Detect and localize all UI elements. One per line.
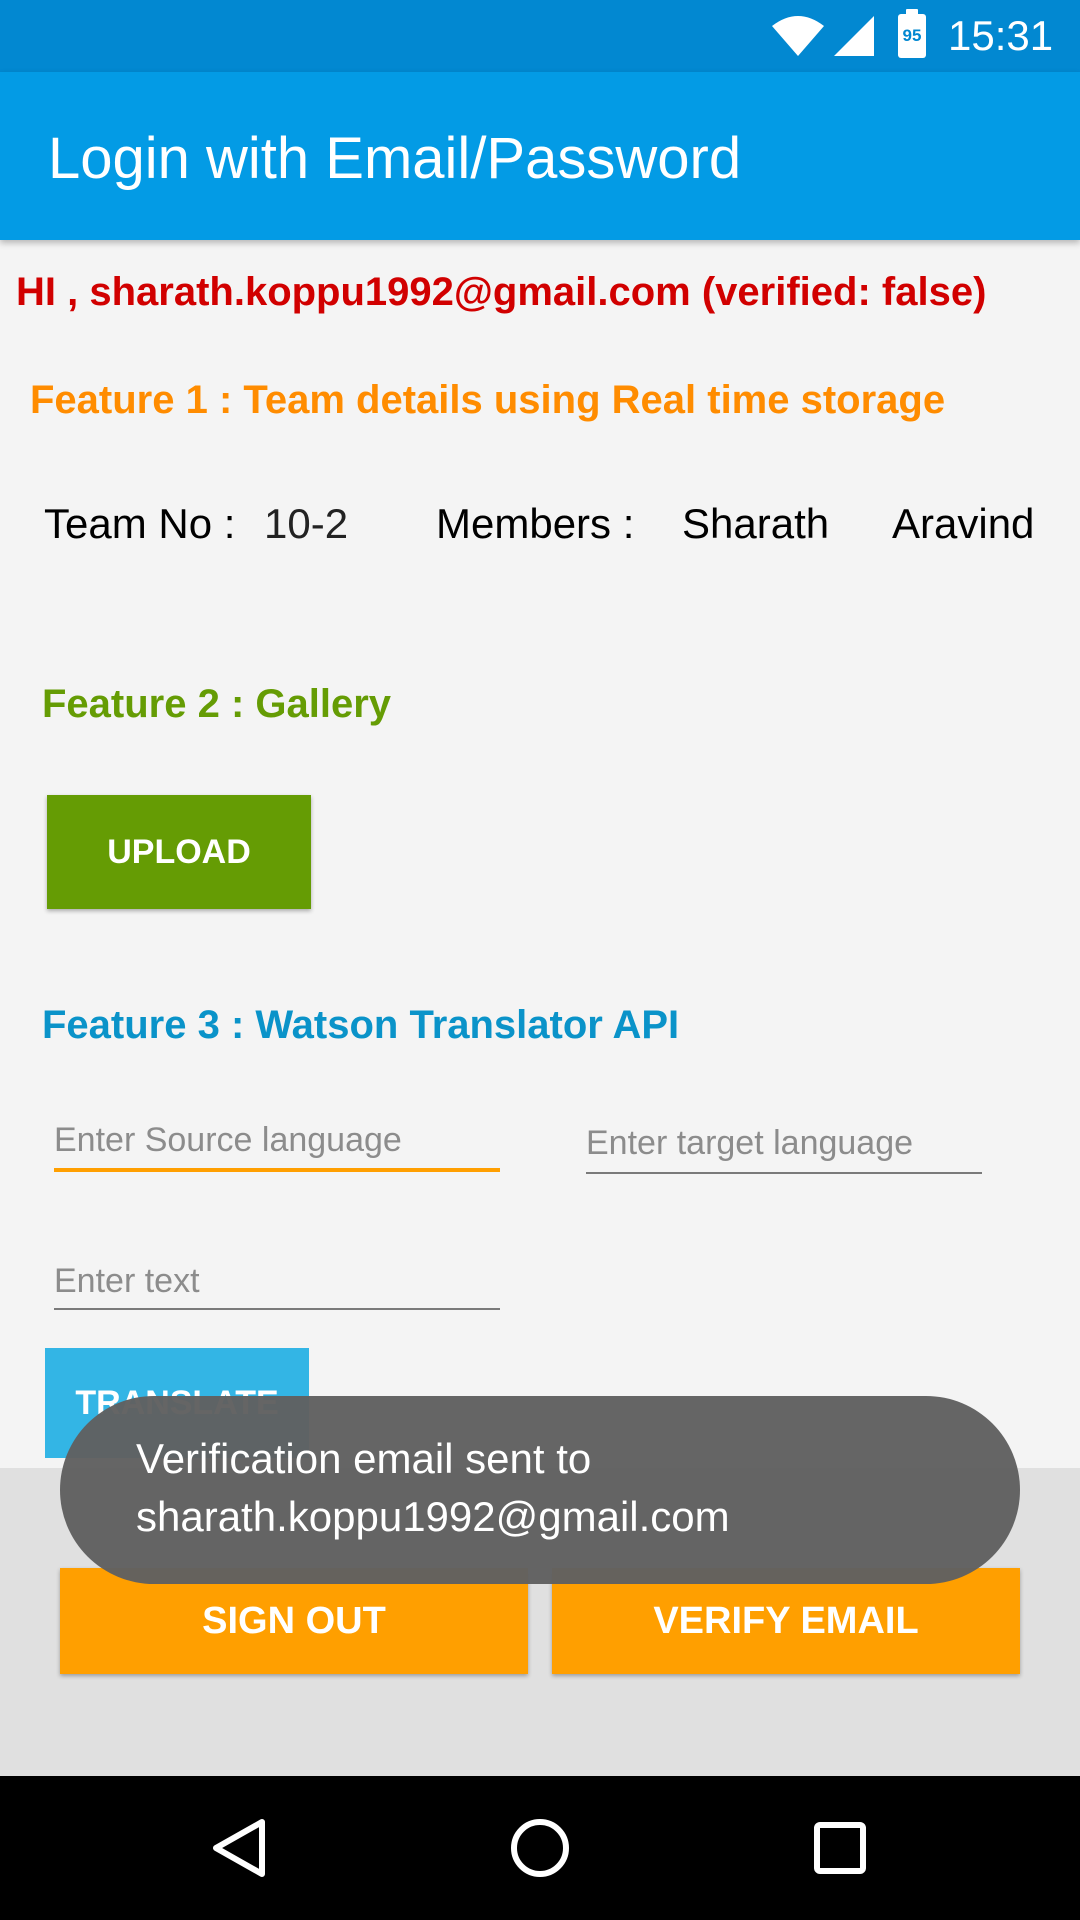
back-icon[interactable]	[200, 1808, 280, 1888]
toast-line: Verification email sent to	[136, 1435, 592, 1482]
source-language-input[interactable]	[54, 1112, 500, 1168]
team-no-value: 10-2	[264, 500, 349, 547]
text-field[interactable]	[54, 1254, 500, 1310]
toast-message: Verification email sent to sharath.koppu…	[60, 1396, 1020, 1584]
team-details: Team No : 10-2 Members : Sharath Aravind	[0, 500, 1080, 550]
user-greeting: HI , sharath.koppu1992@gmail.com (verifi…	[16, 270, 987, 314]
team-no-label: Team No :	[44, 500, 236, 547]
feature1-title: Feature 1 : Team details using Real time…	[30, 378, 946, 422]
feature3-title: Feature 3 : Watson Translator API	[42, 1003, 680, 1047]
recents-icon[interactable]	[800, 1808, 880, 1888]
cell-signal-icon	[834, 16, 874, 56]
member-name: Aravind	[892, 500, 1035, 547]
status-bar: 95 15:31	[0, 0, 1080, 72]
navigation-bar	[0, 1776, 1080, 1920]
home-icon[interactable]	[500, 1808, 580, 1888]
battery-icon: 95	[898, 9, 926, 58]
status-clock: 15:31	[948, 12, 1054, 59]
target-language-field[interactable]	[586, 1114, 982, 1174]
screen: 95 15:31 Login with Email/Password HI , …	[0, 0, 1080, 1920]
member-name: Sharath	[682, 500, 830, 547]
target-language-input[interactable]	[586, 1114, 982, 1172]
source-language-field[interactable]	[54, 1112, 500, 1172]
app-title: Login with Email/Password	[48, 126, 742, 191]
app-bar: Login with Email/Password	[0, 72, 1080, 240]
members-label: Members :	[436, 500, 635, 547]
battery-level: 95	[902, 26, 922, 45]
wifi-icon	[772, 16, 824, 56]
text-input[interactable]	[54, 1254, 500, 1308]
feature2-title: Feature 2 : Gallery	[42, 682, 392, 726]
upload-button[interactable]: UPLOAD	[47, 795, 311, 909]
toast-line: sharath.koppu1992@gmail.com	[136, 1493, 730, 1540]
